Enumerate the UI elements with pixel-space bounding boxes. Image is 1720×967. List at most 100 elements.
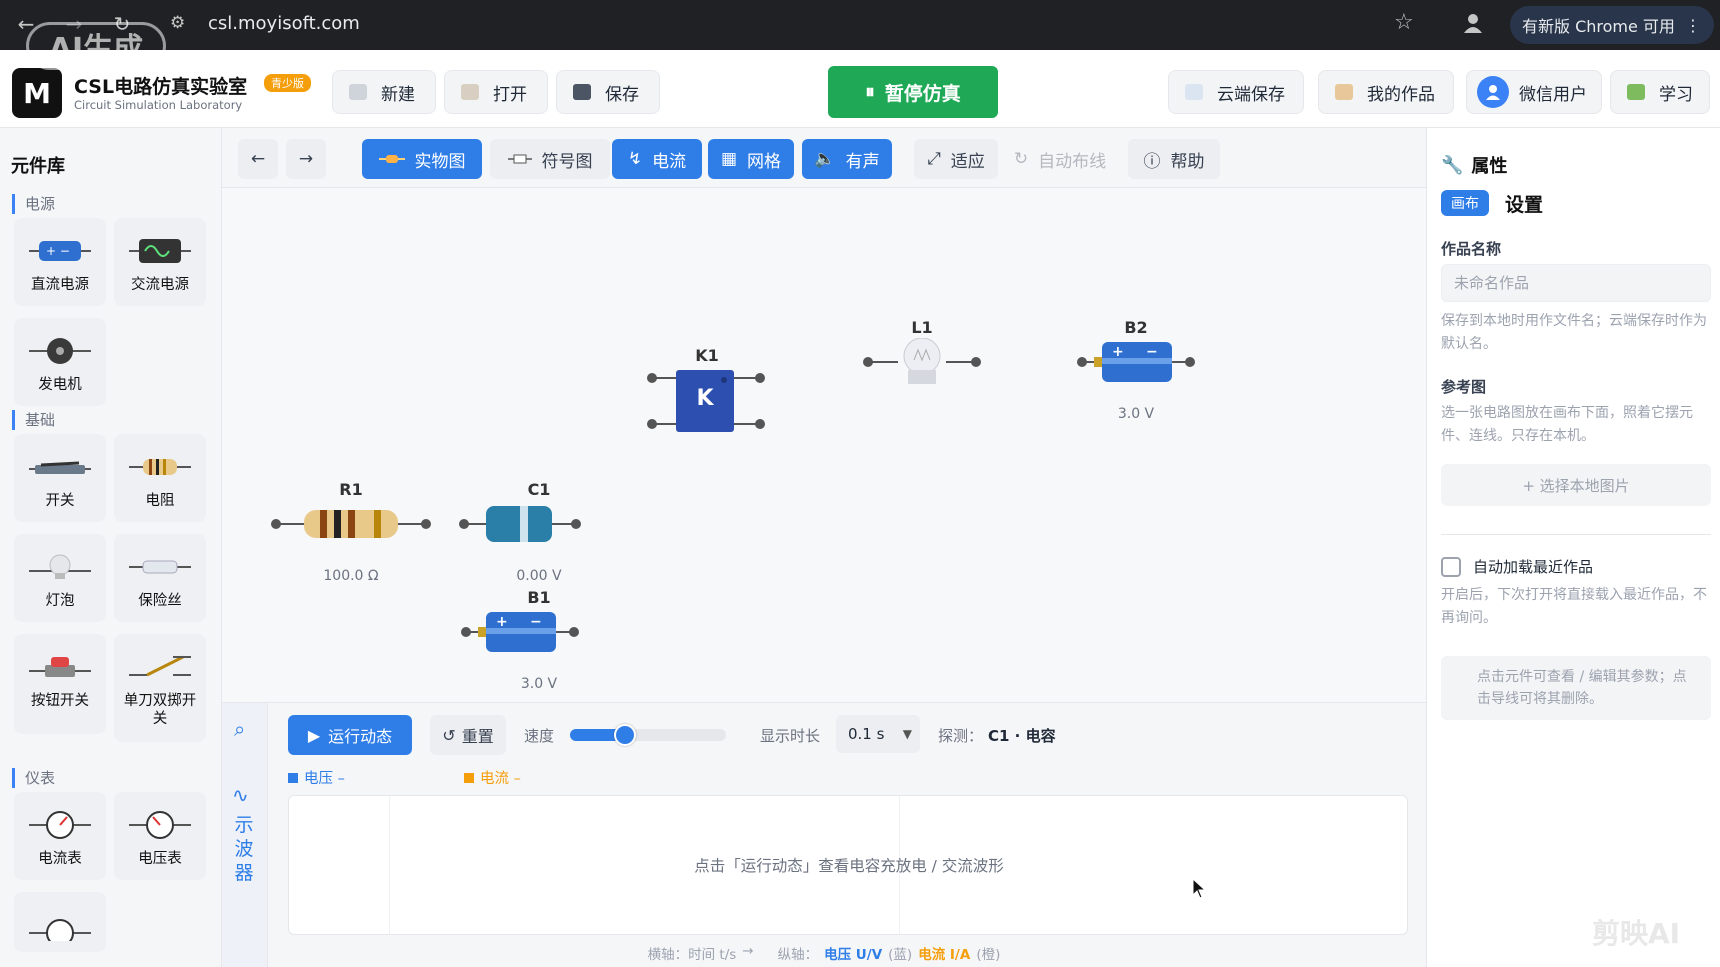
auto-load-hint: 开启后，下次打开将直接载入最近作品，不再询问。 [1441, 587, 1707, 626]
mouse-cursor-icon [1192, 878, 1206, 899]
circuit-canvas[interactable]: K1 K L1 B2 + − 3.0 V R1 100.0 Ω C1 0.00 … [222, 188, 1426, 703]
reset-button[interactable]: ↺ 重置 [430, 715, 506, 755]
profile-icon[interactable] [1462, 12, 1484, 34]
library-item-fuse[interactable]: 保险丝 [114, 534, 206, 622]
library-item-switch[interactable]: 开关 [14, 434, 106, 522]
component-label-l1: L1 [911, 318, 933, 337]
bookmark-star-icon[interactable]: ☆ [1394, 10, 1414, 35]
toggle-sound-label: 有声 [845, 151, 880, 172]
axis-arrow: → [742, 943, 754, 959]
pause-icon: ⏸ [865, 81, 875, 103]
properties-panel: 🔧 属性 画布 设置 作品名称 未命名作品 保存到本地时用作文件名；云端保存时作… [1426, 128, 1720, 967]
undo-button[interactable]: ← [238, 139, 278, 179]
library-item-dc-source[interactable]: + − 直流电源 [14, 218, 106, 306]
works-icon [1335, 84, 1353, 100]
duration-value: 0.1 s [848, 725, 885, 743]
fit-button[interactable]: ⤢ 适应 [914, 139, 998, 179]
component-switch-k1[interactable]: K [646, 370, 766, 442]
component-value-c1: 0.00 V [516, 568, 562, 584]
chevron-down-icon: ▼ [902, 727, 912, 741]
resistor-icon [125, 442, 195, 492]
tab-physical-view[interactable]: 实物图 [362, 139, 482, 179]
usage-tip: 点击元件可查看 / 编辑其参数；点击导线可将其删除。 [1441, 656, 1711, 720]
library-item-label: 交流电源 [131, 277, 189, 293]
component-resistor-r1[interactable] [270, 504, 432, 544]
toggle-current[interactable]: ↯ 电流 [612, 139, 702, 179]
battery-icon: + − [1077, 342, 1195, 382]
library-item-voltmeter[interactable]: 电压表 [114, 792, 206, 880]
section-power: 电源 [12, 194, 55, 214]
toggle-grid[interactable]: ▦ 网格 [708, 139, 794, 179]
section-meters: 仪表 [12, 768, 55, 788]
auto-load-checkbox-row[interactable]: 自动加载最近作品 [1441, 556, 1593, 577]
oscilloscope-panel: ⌕ ∿ 示波器 ▶ 运行动态 ↺ 重置 速度 显示时长 0.1 s ▼ 探测： … [222, 703, 1426, 967]
choose-image-button[interactable]: + 选择本地图片 [1441, 464, 1711, 506]
chrome-update-button[interactable]: 有新版 Chrome 可用 ⋮ [1510, 6, 1714, 44]
library-item-push-button[interactable]: 按钮开关 [14, 634, 106, 734]
redo-button[interactable]: → [286, 139, 326, 179]
help-button[interactable]: ⓘ 帮助 [1128, 139, 1220, 179]
save-button[interactable]: 保存 [556, 70, 660, 114]
my-works-button[interactable]: 我的作品 [1318, 70, 1454, 114]
switch-k-text: K [696, 386, 714, 411]
component-battery-b1[interactable]: + − [460, 610, 580, 656]
app-title: CSL电路仿真实验室 [74, 76, 248, 98]
arrow-right-icon: → [298, 149, 314, 169]
speed-slider[interactable] [570, 724, 726, 746]
library-item-label: 按钮开关 [31, 693, 89, 709]
auto-load-checkbox[interactable] [1441, 556, 1461, 577]
legend-voltage-label: 电压 – [304, 771, 345, 787]
reset-label: 重置 [461, 727, 494, 746]
library-item-resistor[interactable]: 电阻 [114, 434, 206, 522]
waveform-plot[interactable]: 点击「运行动态」查看电容充放电 / 交流波形 [288, 795, 1408, 935]
library-item-ac-source[interactable]: 交流电源 [114, 218, 206, 306]
library-item-bulb[interactable]: 灯泡 [14, 534, 106, 622]
axis-current-note: (橙) [976, 947, 1001, 963]
library-item-meter-partial[interactable] [14, 892, 106, 952]
user-button[interactable]: 微信用户 [1466, 70, 1602, 114]
avatar [1477, 76, 1509, 108]
legend-current-label: 电流 – [480, 771, 521, 787]
cloud-icon [1185, 84, 1203, 100]
properties-title-label: 属性 [1471, 156, 1508, 177]
open-button-label: 打开 [493, 84, 527, 105]
work-name-hint: 保存到本地时用作文件名；云端保存时作为默认名。 [1441, 313, 1707, 352]
book-icon [1627, 84, 1645, 100]
capacitor-icon [459, 506, 581, 542]
component-capacitor-c1[interactable] [458, 504, 582, 544]
new-button[interactable]: 新建 [332, 70, 436, 114]
work-name-input[interactable]: 未命名作品 [1441, 264, 1711, 302]
ammeter-icon [25, 800, 95, 850]
oscilloscope-label: 示波器 [234, 814, 254, 884]
ai-generated-watermark: AI生成 [26, 22, 166, 70]
library-item-ammeter[interactable]: 电流表 [14, 792, 106, 880]
tab-symbol-view[interactable]: 符号图 [490, 139, 610, 179]
axis-voltage-label: 电压 U/V [824, 947, 883, 963]
tab-physical-label: 实物图 [414, 151, 466, 172]
library-item-generator[interactable]: 发电机 [14, 318, 106, 406]
library-item-label: 单刀双掷开关 [123, 693, 197, 727]
open-button[interactable]: 打开 [444, 70, 548, 114]
learn-button[interactable]: 学习 [1610, 70, 1710, 114]
speed-slider-handle[interactable] [613, 724, 636, 746]
component-value-b1: 3.0 V [520, 676, 558, 692]
svg-text:+: + [1112, 344, 1124, 360]
library-item-spdt-switch[interactable]: 单刀双掷开关 [114, 634, 206, 742]
duration-label: 显示时长 [760, 727, 821, 745]
ac-source-icon [125, 226, 195, 276]
learn-label: 学习 [1659, 84, 1693, 105]
library-item-label: 电阻 [145, 493, 175, 509]
site-settings-icon[interactable]: ⚙ [170, 13, 185, 33]
component-bulb-l1[interactable] [862, 337, 982, 388]
duration-select[interactable]: 0.1 s ▼ [836, 715, 920, 753]
zoom-icon[interactable]: ⌕ [234, 717, 245, 741]
pause-simulation-button[interactable]: ⏸ 暂停仿真 [828, 66, 998, 118]
component-battery-b2[interactable]: + − [1076, 340, 1196, 386]
dc-source-icon: + − [25, 226, 95, 276]
address-bar[interactable]: csl.moyisoft.com [208, 13, 360, 34]
run-dynamic-button[interactable]: ▶ 运行动态 [288, 715, 412, 755]
cloud-save-button[interactable]: 云端保存 [1168, 70, 1304, 114]
toggle-sound[interactable]: 🔈 有声 [802, 139, 892, 179]
app-subtitle: Circuit Simulation Laboratory [74, 98, 243, 112]
auto-route-button[interactable]: ↻ 自动布线 [1004, 139, 1116, 179]
